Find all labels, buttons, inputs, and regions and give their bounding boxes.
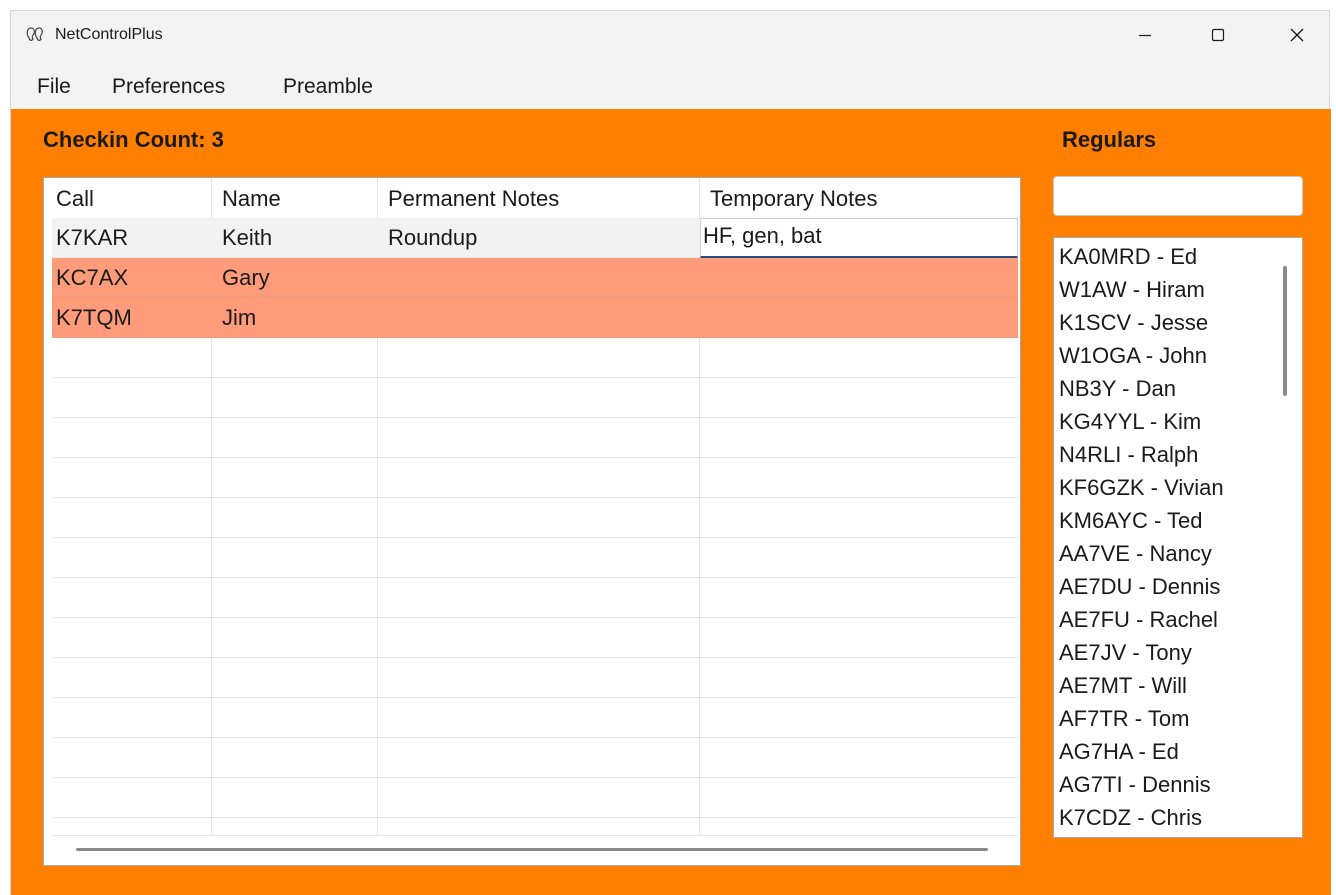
- cell-permanent-notes[interactable]: Roundup: [388, 225, 477, 251]
- empty-row[interactable]: [52, 578, 1018, 618]
- cell-name[interactable]: Jim: [222, 305, 256, 331]
- cell-call[interactable]: KC7AX: [56, 265, 128, 291]
- list-item[interactable]: AE7DU - Dennis: [1059, 574, 1220, 600]
- empty-row[interactable]: [52, 618, 1018, 658]
- list-item[interactable]: KG4YYL - Kim: [1059, 409, 1201, 435]
- list-item[interactable]: N4RLI - Ralph: [1059, 442, 1198, 468]
- close-button[interactable]: [1274, 11, 1320, 59]
- empty-row[interactable]: [52, 498, 1018, 538]
- column-header-permanent-notes[interactable]: Permanent Notes: [388, 186, 559, 212]
- regulars-scrollbar[interactable]: [1283, 266, 1287, 396]
- window-title: NetControlPlus: [55, 26, 163, 43]
- empty-row[interactable]: [52, 458, 1018, 498]
- empty-row[interactable]: [52, 778, 1018, 818]
- cell-name[interactable]: Keith: [222, 225, 272, 251]
- app-ears-icon: [26, 26, 46, 44]
- cell-call[interactable]: K7KAR: [56, 225, 128, 251]
- column-header-temporary-notes[interactable]: Temporary Notes: [710, 186, 878, 212]
- app-window: NetControlPlus File Preferences Preamble…: [10, 10, 1331, 895]
- cell-name[interactable]: Gary: [222, 265, 270, 291]
- column-header-call[interactable]: Call: [56, 186, 94, 212]
- list-item[interactable]: K7CDZ - Chris: [1059, 805, 1202, 831]
- checkin-grid[interactable]: Call Name Permanent Notes Temporary Note…: [43, 177, 1021, 866]
- regulars-search-input[interactable]: [1053, 176, 1303, 216]
- empty-row[interactable]: [52, 418, 1018, 458]
- regulars-title: Regulars: [1062, 127, 1157, 152]
- list-item[interactable]: AE7MT - Will: [1059, 673, 1187, 699]
- list-item[interactable]: W1AW - Hiram: [1059, 277, 1205, 303]
- table-row[interactable]: K7KAR Keith Roundup HF, gen, bat: [52, 218, 1018, 258]
- menu-preferences[interactable]: Preferences: [112, 75, 225, 99]
- cell-call[interactable]: K7TQM: [56, 305, 132, 331]
- menu-bar: File Preferences Preamble: [11, 69, 1329, 109]
- list-item[interactable]: NB3Y - Dan: [1059, 376, 1176, 402]
- empty-row[interactable]: [52, 658, 1018, 698]
- empty-row[interactable]: [52, 538, 1018, 578]
- menu-preamble[interactable]: Preamble: [283, 75, 373, 99]
- grid-header: Call Name Permanent Notes Temporary Note…: [44, 178, 1020, 218]
- minimize-icon: [1139, 34, 1151, 37]
- close-icon: [1290, 28, 1304, 42]
- table-row[interactable]: KC7AX Gary: [52, 258, 1018, 298]
- maximize-icon: [1211, 28, 1225, 42]
- list-item[interactable]: AA7VE - Nancy: [1059, 541, 1212, 567]
- regulars-list[interactable]: KA0MRD - Ed W1AW - Hiram K1SCV - Jesse W…: [1053, 237, 1303, 838]
- empty-row[interactable]: [52, 378, 1018, 418]
- column-header-name[interactable]: Name: [222, 186, 281, 212]
- list-item[interactable]: KF6GZK - Vivian: [1059, 475, 1224, 501]
- title-bar[interactable]: NetControlPlus: [11, 11, 1329, 59]
- list-item[interactable]: K1SCV - Jesse: [1059, 310, 1208, 336]
- empty-row[interactable]: [52, 738, 1018, 778]
- list-item[interactable]: AG7HA - Ed: [1059, 739, 1179, 765]
- menu-file[interactable]: File: [37, 75, 71, 99]
- list-item[interactable]: AE7FU - Rachel: [1059, 607, 1218, 633]
- empty-row[interactable]: [52, 818, 1018, 836]
- list-item[interactable]: AG7TI - Dennis: [1059, 772, 1211, 798]
- list-item[interactable]: AE7JV - Tony: [1059, 640, 1192, 666]
- empty-row[interactable]: [52, 698, 1018, 738]
- checkin-count-label: Checkin Count: 3: [43, 127, 224, 152]
- minimize-button[interactable]: [1122, 11, 1168, 59]
- maximize-button[interactable]: [1195, 11, 1241, 59]
- list-item[interactable]: KA0MRD - Ed: [1059, 244, 1197, 270]
- temporary-notes-editor[interactable]: HF, gen, bat: [700, 218, 1018, 258]
- horizontal-scrollbar[interactable]: [76, 848, 988, 851]
- list-item[interactable]: W1OGA - John: [1059, 343, 1207, 369]
- table-row[interactable]: K7TQM Jim: [52, 298, 1018, 338]
- list-item[interactable]: AF7TR - Tom: [1059, 706, 1189, 732]
- cell-temporary-notes[interactable]: HF, gen, bat: [703, 223, 822, 249]
- list-item[interactable]: KM6AYC - Ted: [1059, 508, 1202, 534]
- main-content: Checkin Count: 3 Call Name Permanent Not…: [11, 109, 1331, 895]
- empty-row[interactable]: [52, 338, 1018, 378]
